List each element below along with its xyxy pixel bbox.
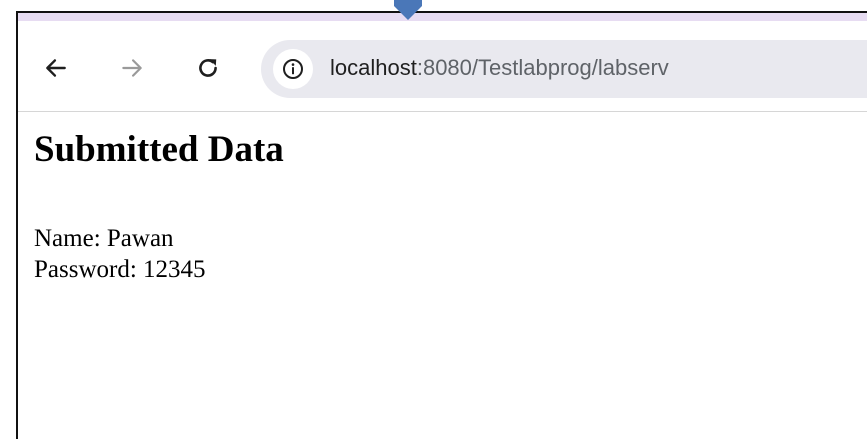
forward-arrow-icon xyxy=(122,59,142,77)
password-label: Password: xyxy=(34,256,137,283)
site-info-button[interactable] xyxy=(273,49,313,89)
password-line: Password: 12345 xyxy=(34,254,284,285)
submitted-data: Name: Pawan Password: 12345 xyxy=(34,223,284,285)
name-label: Name: xyxy=(34,225,101,252)
password-value: 12345 xyxy=(143,256,206,283)
pointer-arrow-icon xyxy=(394,0,422,20)
reload-icon xyxy=(199,59,217,77)
page-content: Submitted Data Name: Pawan Password: 123… xyxy=(34,129,284,285)
url-path: :8080/Testlabprog/labserv xyxy=(416,55,669,80)
url-text[interactable]: localhost:8080/Testlabprog/labserv xyxy=(330,53,669,83)
page-title: Submitted Data xyxy=(34,129,284,170)
back-arrow-icon xyxy=(46,59,66,77)
name-value: Pawan xyxy=(106,225,174,252)
browser-window: localhost:8080/Testlabprog/labserv Submi… xyxy=(16,11,867,439)
info-icon xyxy=(283,59,303,79)
name-line: Name: Pawan xyxy=(34,223,284,254)
tab-strip xyxy=(18,13,867,21)
back-button[interactable] xyxy=(40,52,72,84)
screenshot: localhost:8080/Testlabprog/labserv Submi… xyxy=(0,0,867,439)
url-host: localhost xyxy=(330,55,417,80)
browser-toolbar: localhost:8080/Testlabprog/labserv xyxy=(18,21,867,112)
forward-button[interactable] xyxy=(116,52,148,84)
address-bar[interactable]: localhost:8080/Testlabprog/labserv xyxy=(261,40,867,98)
reload-button[interactable] xyxy=(192,52,224,84)
